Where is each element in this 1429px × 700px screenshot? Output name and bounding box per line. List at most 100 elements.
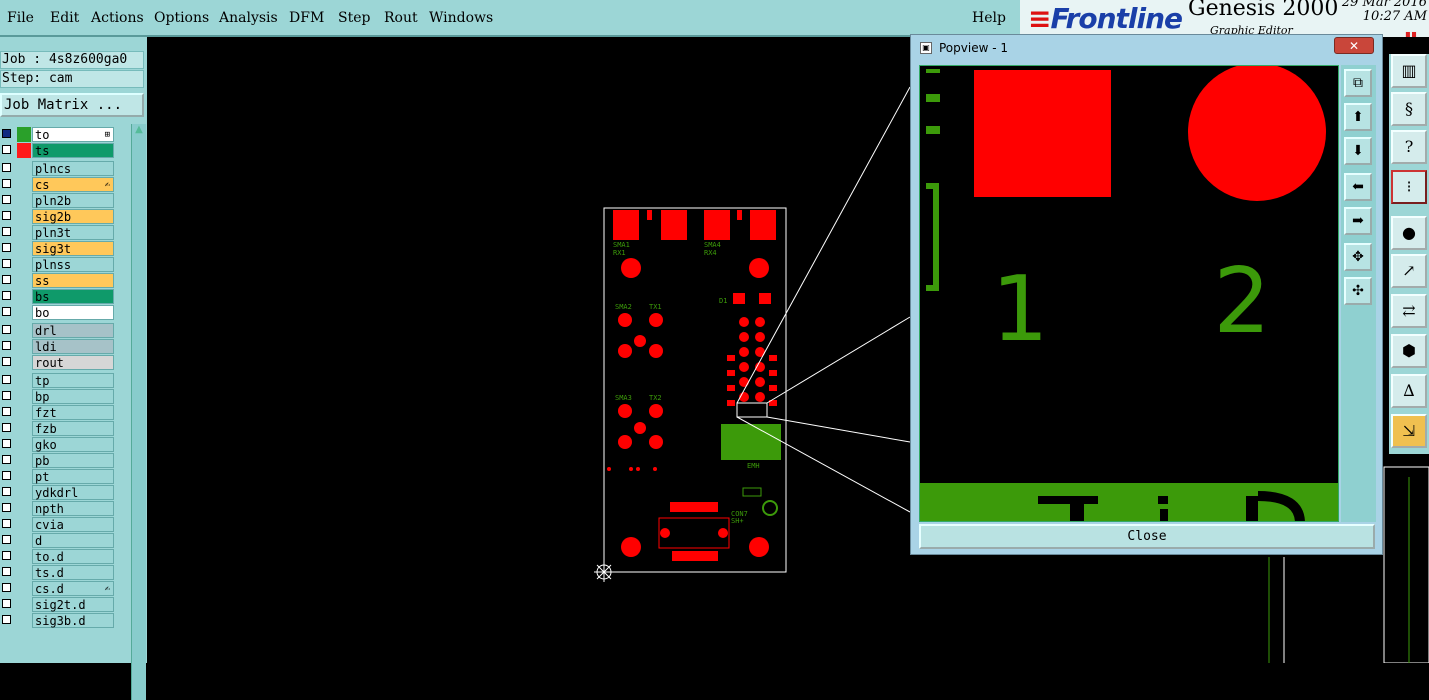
layer-row-sig3b-d[interactable]: sig3b.d — [0, 613, 118, 628]
layer-checkbox[interactable] — [2, 535, 11, 544]
layer-checkbox[interactable] — [2, 357, 11, 366]
layer-checkbox[interactable] — [2, 519, 11, 528]
layer-checkbox[interactable] — [2, 163, 11, 172]
layout-icon[interactable]: ▥ — [1391, 54, 1427, 88]
layer-checkbox[interactable] — [2, 583, 11, 592]
layer-name[interactable]: ydkdrl — [32, 485, 114, 500]
layer-row-to-d[interactable]: to.d — [0, 549, 118, 564]
layer-row-gko[interactable]: gko — [0, 437, 118, 452]
layer-name[interactable]: ss — [32, 273, 114, 288]
layer-row-ts-d[interactable]: ts.d — [0, 565, 118, 580]
layer-checkbox[interactable] — [2, 211, 11, 220]
layer-color-swatch[interactable] — [17, 143, 31, 158]
layer-name[interactable]: drl — [32, 323, 114, 338]
layer-name[interactable]: sig2t.d — [32, 597, 114, 612]
popview-canvas[interactable]: 1 2 — [919, 65, 1339, 522]
connect-icon[interactable]: ⁝ — [1391, 170, 1427, 204]
layer-checkbox[interactable] — [2, 195, 11, 204]
layer-checkbox[interactable] — [2, 259, 11, 268]
layer-name[interactable]: sig3b.d — [32, 613, 114, 628]
layer-name[interactable]: ts.d — [32, 565, 114, 580]
layer-name[interactable]: plnss — [32, 257, 114, 272]
pan-down-icon[interactable]: ⬇ — [1344, 137, 1372, 165]
layer-checkbox[interactable] — [2, 567, 11, 576]
layer-row-bs[interactable]: bs — [0, 289, 118, 304]
arc-icon[interactable]: ∆ — [1391, 374, 1427, 408]
layer-checkbox[interactable] — [2, 455, 11, 464]
layer-scrollbar[interactable]: ▲ — [131, 124, 146, 700]
layer-checkbox[interactable] — [2, 145, 11, 154]
layer-row-npth[interactable]: npth — [0, 501, 118, 516]
layer-name[interactable]: plncs — [32, 161, 114, 176]
layer-name[interactable]: sig3t — [32, 241, 114, 256]
layer-row-ldi[interactable]: ldi — [0, 339, 118, 354]
layer-name[interactable]: npth — [32, 501, 114, 516]
layer-checkbox[interactable] — [2, 129, 11, 138]
menu-help[interactable]: Help — [972, 10, 1006, 26]
layer-checkbox[interactable] — [2, 599, 11, 608]
zoom-home-icon[interactable]: ✣ — [1344, 277, 1372, 305]
close-icon[interactable]: ✕ — [1334, 37, 1374, 54]
layer-row-bo[interactable]: bo — [0, 305, 118, 320]
layer-row-sig3t[interactable]: sig3t — [0, 241, 118, 256]
help-icon[interactable]: ? — [1391, 130, 1427, 164]
layer-row-ydkdrl[interactable]: ydkdrl — [0, 485, 118, 500]
layer-checkbox[interactable] — [2, 227, 11, 236]
close-button[interactable]: Close — [919, 524, 1375, 549]
scroll-up-icon[interactable]: ▲ — [132, 124, 146, 136]
menu-file[interactable]: File — [7, 10, 34, 26]
layer-row-cs-d[interactable]: cs.d ✍ — [0, 581, 118, 596]
layer-checkbox[interactable] — [2, 179, 11, 188]
layer-name[interactable]: pt — [32, 469, 114, 484]
zoom-fit-icon[interactable]: ✥ — [1344, 243, 1372, 271]
menu-options[interactable]: Options — [154, 10, 209, 26]
layer-checkbox[interactable] — [2, 439, 11, 448]
layer-name[interactable]: to ⊞ — [32, 127, 114, 142]
layer-name[interactable]: ts — [32, 143, 114, 158]
layer-checkbox[interactable] — [2, 407, 11, 416]
shapes-icon[interactable]: ⬢ — [1391, 334, 1427, 368]
layer-row-sig2b[interactable]: sig2b — [0, 209, 118, 224]
layer-name[interactable]: pln3t — [32, 225, 114, 240]
layer-name[interactable]: tp — [32, 373, 114, 388]
layer-row-plncs[interactable]: plncs — [0, 161, 118, 176]
layer-row-drl[interactable]: drl — [0, 323, 118, 338]
layer-name[interactable]: cs.d ✍ — [32, 581, 114, 596]
layer-checkbox[interactable] — [2, 275, 11, 284]
layer-row-bp[interactable]: bp — [0, 389, 118, 404]
layer-row-plnss[interactable]: plnss — [0, 257, 118, 272]
layer-row-d[interactable]: d — [0, 533, 118, 548]
layer-name[interactable]: gko — [32, 437, 114, 452]
menu-edit[interactable]: Edit — [50, 10, 79, 26]
layer-row-sig2t-d[interactable]: sig2t.d — [0, 597, 118, 612]
menu-analysis[interactable]: Analysis — [219, 10, 278, 26]
measure-icon[interactable]: ↗ — [1391, 254, 1427, 288]
layer-row-tp[interactable]: tp — [0, 373, 118, 388]
layer-checkbox[interactable] — [2, 243, 11, 252]
layer-checkbox[interactable] — [2, 341, 11, 350]
layer-checkbox[interactable] — [2, 503, 11, 512]
job-matrix-button[interactable]: Job Matrix ... — [0, 93, 144, 117]
layer-row-rout[interactable]: rout — [0, 355, 118, 370]
zoom-in-icon[interactable]: ⧉ — [1344, 69, 1372, 97]
layer-checkbox[interactable] — [2, 291, 11, 300]
layer-row-pt[interactable]: pt — [0, 469, 118, 484]
menu-windows[interactable]: Windows — [429, 10, 493, 26]
menu-rout[interactable]: Rout — [384, 10, 418, 26]
layer-name[interactable]: bp — [32, 389, 114, 404]
layer-name[interactable]: bs — [32, 289, 114, 304]
layer-checkbox[interactable] — [2, 307, 11, 316]
route-select-icon[interactable]: ⇲ — [1391, 414, 1427, 448]
pan-left-icon[interactable]: ⬅ — [1344, 173, 1372, 201]
pan-up-icon[interactable]: ⬆ — [1344, 103, 1372, 131]
layer-checkbox[interactable] — [2, 375, 11, 384]
layer-name[interactable]: fzt — [32, 405, 114, 420]
layer-row-pb[interactable]: pb — [0, 453, 118, 468]
layer-name[interactable]: pb — [32, 453, 114, 468]
layer-checkbox[interactable] — [2, 551, 11, 560]
layer-name[interactable]: d — [32, 533, 114, 548]
layer-name[interactable]: fzb — [32, 421, 114, 436]
layer-row-cs[interactable]: cs ✍ — [0, 177, 118, 192]
layer-row-ss[interactable]: ss — [0, 273, 118, 288]
layer-row-to[interactable]: to ⊞ — [0, 127, 118, 142]
